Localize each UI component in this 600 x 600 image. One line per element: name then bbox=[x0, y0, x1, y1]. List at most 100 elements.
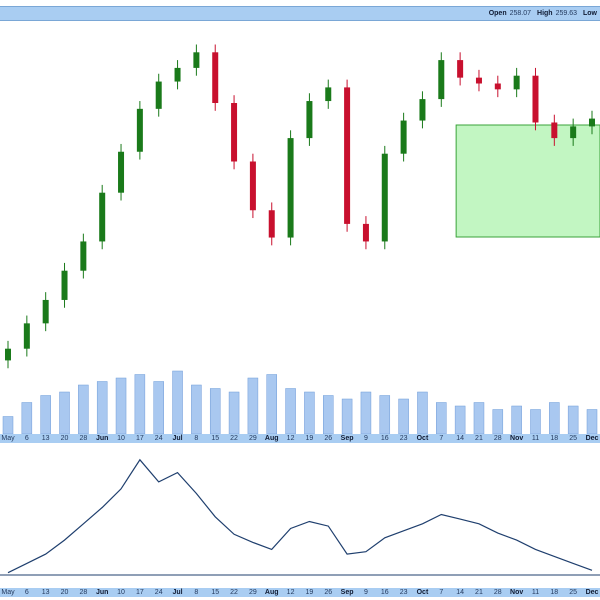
candle-body bbox=[136, 108, 143, 152]
candle-body bbox=[118, 151, 125, 193]
candle-body bbox=[589, 118, 595, 127]
highlight-box bbox=[455, 124, 600, 238]
x-tick-label: 22 bbox=[230, 435, 238, 442]
x-tick-label: Jun bbox=[95, 435, 109, 442]
volume-bar bbox=[567, 405, 579, 434]
x-tick-label: 10 bbox=[117, 435, 125, 442]
x-tick-label: 28 bbox=[79, 435, 88, 442]
volume-bar bbox=[454, 405, 466, 434]
x-tick-label: 17 bbox=[135, 435, 144, 442]
volume-bar bbox=[153, 381, 164, 434]
x-tick-label: 28 bbox=[79, 589, 88, 596]
candle-body bbox=[268, 210, 275, 238]
candle-body bbox=[42, 299, 49, 324]
volume-bar bbox=[323, 395, 334, 434]
x-tick-label: 13 bbox=[41, 435, 50, 442]
x-tick-label: 29 bbox=[248, 435, 257, 442]
x-tick-label: Nov bbox=[510, 589, 524, 596]
low-label: Low bbox=[583, 10, 597, 17]
candle-body bbox=[80, 241, 87, 271]
volume-bar bbox=[191, 384, 202, 434]
x-tick-label: May bbox=[1, 435, 15, 442]
x-tick-label: 11 bbox=[531, 589, 540, 596]
x-tick-label: 23 bbox=[399, 435, 408, 442]
x-tick-label: 28 bbox=[493, 589, 502, 596]
candle-body bbox=[212, 52, 219, 103]
candle-body bbox=[249, 161, 256, 211]
x-tick-label: 29 bbox=[248, 589, 257, 596]
x-tick-label: 12 bbox=[286, 435, 295, 442]
candle-body bbox=[5, 348, 11, 361]
volume-bar bbox=[398, 398, 409, 434]
x-tick-label: Sep bbox=[340, 435, 354, 442]
candle-body bbox=[513, 75, 520, 90]
candle-body bbox=[23, 323, 30, 349]
price-volume-chart[interactable] bbox=[0, 20, 600, 434]
x-tick-label: 12 bbox=[286, 589, 295, 596]
x-tick-label: Aug bbox=[264, 435, 279, 442]
volume-bar bbox=[530, 409, 541, 434]
x-tick-label: 22 bbox=[230, 589, 238, 596]
volume-bar bbox=[247, 377, 259, 434]
x-tick-label: Dec bbox=[585, 435, 599, 442]
candle-body bbox=[155, 81, 162, 109]
x-tick-label: 24 bbox=[154, 589, 163, 596]
x-tick-label: Sep bbox=[340, 589, 354, 596]
indicator-chart[interactable] bbox=[0, 443, 600, 588]
volume-bar bbox=[511, 405, 522, 434]
candle-body bbox=[306, 101, 313, 139]
x-tick-label: Aug bbox=[264, 589, 279, 596]
volume-bar bbox=[379, 395, 391, 434]
x-tick-label: 25 bbox=[569, 589, 578, 596]
candle-body bbox=[287, 138, 294, 238]
x-tick-label: 9 bbox=[363, 435, 368, 442]
x-tick-label: 14 bbox=[456, 435, 465, 442]
candle-body bbox=[400, 120, 407, 154]
x-tick-label: 10 bbox=[117, 589, 125, 596]
x-tick-label: 19 bbox=[305, 435, 314, 442]
x-tick-label: Jun bbox=[95, 589, 109, 596]
x-tick-label: 24 bbox=[154, 435, 163, 442]
x-tick-label: 21 bbox=[475, 589, 483, 596]
volume-bar bbox=[209, 388, 221, 434]
x-tick-label: 8 bbox=[194, 589, 199, 596]
open-label: Open bbox=[488, 10, 507, 17]
volume-bar bbox=[228, 391, 240, 434]
candle-body bbox=[475, 77, 482, 84]
candle-body bbox=[551, 122, 558, 139]
volume-bar bbox=[586, 409, 598, 434]
x-tick-label: Oct bbox=[416, 589, 429, 596]
volume-bar bbox=[134, 374, 146, 434]
high-value: 259.63 bbox=[555, 10, 577, 17]
x-tick-label: 11 bbox=[531, 435, 540, 442]
candle-body bbox=[174, 67, 181, 82]
volume-bar bbox=[473, 402, 485, 434]
x-tick-label: 26 bbox=[324, 589, 333, 596]
volume-bar bbox=[304, 391, 315, 434]
volume-bar bbox=[492, 409, 504, 434]
x-tick-label: 9 bbox=[363, 589, 368, 596]
x-tick-label: Oct bbox=[416, 435, 429, 442]
volume-bar bbox=[417, 391, 428, 434]
x-tick-label: 15 bbox=[211, 435, 220, 442]
candle-body bbox=[362, 223, 369, 242]
open-value: 258.07 bbox=[509, 10, 532, 17]
candle-body bbox=[344, 87, 351, 224]
volume-bar bbox=[436, 402, 447, 434]
volume-bar bbox=[341, 398, 353, 434]
quote-header-bar: Open 258.07 High 259.63 Low bbox=[0, 6, 600, 21]
x-tick-label: Dec bbox=[585, 589, 599, 596]
x-tick-label: 6 bbox=[24, 435, 29, 442]
volume-bar bbox=[40, 395, 51, 434]
x-tick-label: 8 bbox=[194, 435, 199, 442]
candle-body bbox=[457, 60, 464, 78]
x-tick-label: 21 bbox=[475, 435, 483, 442]
x-tick-label: 16 bbox=[380, 589, 389, 596]
volume-bar bbox=[172, 370, 183, 434]
candle-body bbox=[61, 270, 68, 300]
candle-body bbox=[570, 126, 577, 139]
candle-body bbox=[193, 52, 200, 68]
volume-bar bbox=[549, 402, 560, 434]
ohlc-readout: Open 258.07 High 259.63 Low bbox=[483, 10, 600, 17]
candle-body bbox=[438, 60, 445, 100]
